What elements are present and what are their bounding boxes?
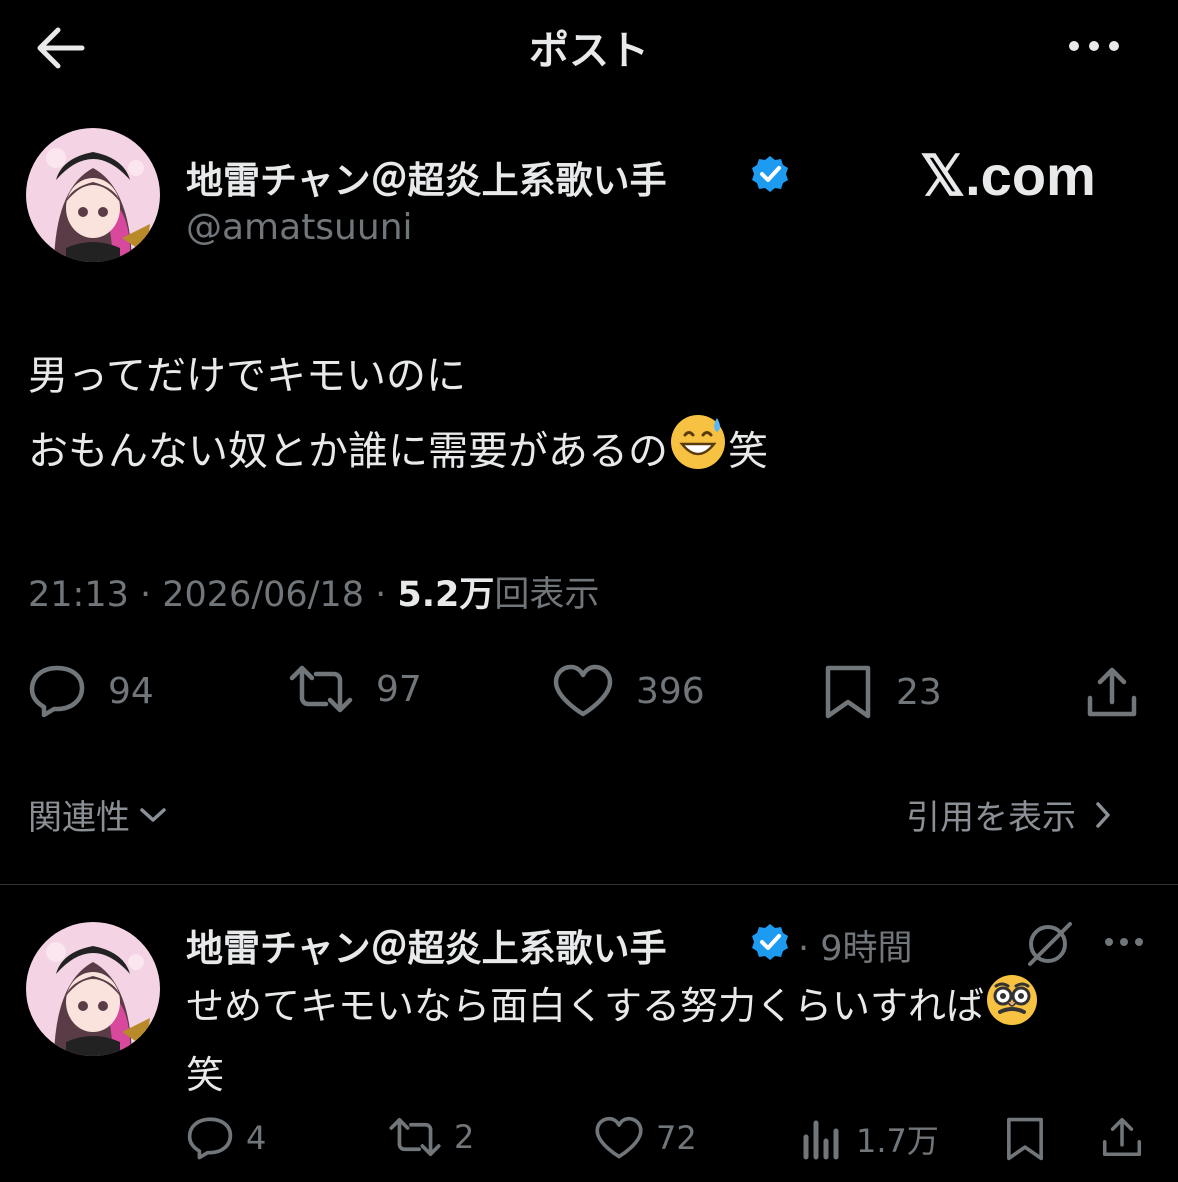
post-text-line: おもんない奴とか誰に需要があるの笑 — [28, 412, 768, 495]
reply-views-button[interactable]: 1.7万 — [800, 1116, 939, 1162]
verified-badge-icon — [750, 922, 790, 962]
post-text-line: 男ってだけでキモいのに — [28, 353, 466, 399]
chevron-right-icon — [1096, 801, 1110, 828]
share-button[interactable] — [1084, 664, 1140, 720]
more-button[interactable] — [1064, 36, 1124, 56]
author-handle[interactable]: @amatsuuni — [186, 207, 413, 248]
reply-repost-button[interactable]: 2 — [388, 1116, 474, 1158]
reply-icon — [187, 1117, 233, 1160]
chevron-down-icon — [140, 807, 166, 822]
repost-icon — [289, 665, 353, 713]
post-time: 21:13 · 2026/06/18 · — [28, 575, 398, 615]
reply-avatar[interactable] — [26, 922, 160, 1056]
repost-icon — [389, 1117, 441, 1157]
grinning-sweat-emoji-icon — [668, 412, 728, 495]
views-chart-icon — [803, 1120, 839, 1160]
disguised-face-emoji-icon — [984, 972, 1040, 1045]
author-name[interactable]: 地雷チャン＠超炎上系歌い手 — [186, 150, 667, 204]
reply-more-button[interactable] — [1102, 934, 1146, 950]
views-count: 5.2万 — [397, 575, 495, 615]
reply-author-name[interactable]: 地雷チャン＠超炎上系歌い手 — [186, 918, 667, 972]
watermark: 𝕏.com — [920, 144, 1096, 207]
post-meta: 21:13 · 2026/06/18 · 5.2万回表示 — [28, 566, 599, 617]
views-label: 回表示 — [494, 575, 600, 615]
avatar[interactable] — [26, 128, 160, 262]
avatar-illustration — [26, 128, 160, 262]
reply-like-button[interactable]: 72 — [594, 1116, 697, 1160]
bookmark-icon — [1007, 1117, 1043, 1161]
page-title: ポスト — [529, 28, 649, 74]
reply-bookmark-button[interactable] — [1004, 1116, 1046, 1162]
grok-button[interactable] — [1022, 918, 1074, 970]
heart-icon — [553, 664, 613, 717]
bookmark-icon — [825, 665, 871, 719]
heart-icon — [595, 1116, 643, 1159]
grok-icon — [1028, 922, 1072, 966]
verified-badge-icon — [750, 154, 790, 194]
more-dots-icon — [1069, 41, 1119, 51]
bookmark-button[interactable]: 23 — [822, 664, 942, 720]
share-icon — [1087, 667, 1137, 717]
like-button[interactable]: 396 — [552, 664, 705, 718]
more-dots-icon — [1105, 938, 1143, 946]
reply-time: · 9時間 — [798, 929, 913, 969]
reply-text-line: せめてキモいなら面白くする努力くらいすれば — [186, 972, 1040, 1045]
reply-text-line: 笑 — [186, 1053, 225, 1097]
reply-reply-button[interactable]: 4 — [186, 1116, 266, 1160]
reply-text: せめてキモいなら面白くする努力くらいすれば 笑 — [186, 972, 1040, 1105]
avatar-illustration — [26, 922, 160, 1056]
reply-button[interactable]: 94 — [28, 664, 154, 718]
share-icon — [1102, 1117, 1142, 1157]
sort-relevance-dropdown[interactable]: 関連性 — [28, 790, 168, 839]
divider — [0, 884, 1178, 885]
repost-button[interactable]: 97 — [288, 664, 422, 714]
reply-share-button[interactable] — [1100, 1114, 1144, 1160]
post-text: 男ってだけでキモいのに おもんない奴とか誰に需要があるの笑 — [28, 340, 768, 495]
reply-icon — [29, 665, 85, 718]
view-quotes-link[interactable]: 引用を表示 — [906, 790, 1112, 839]
